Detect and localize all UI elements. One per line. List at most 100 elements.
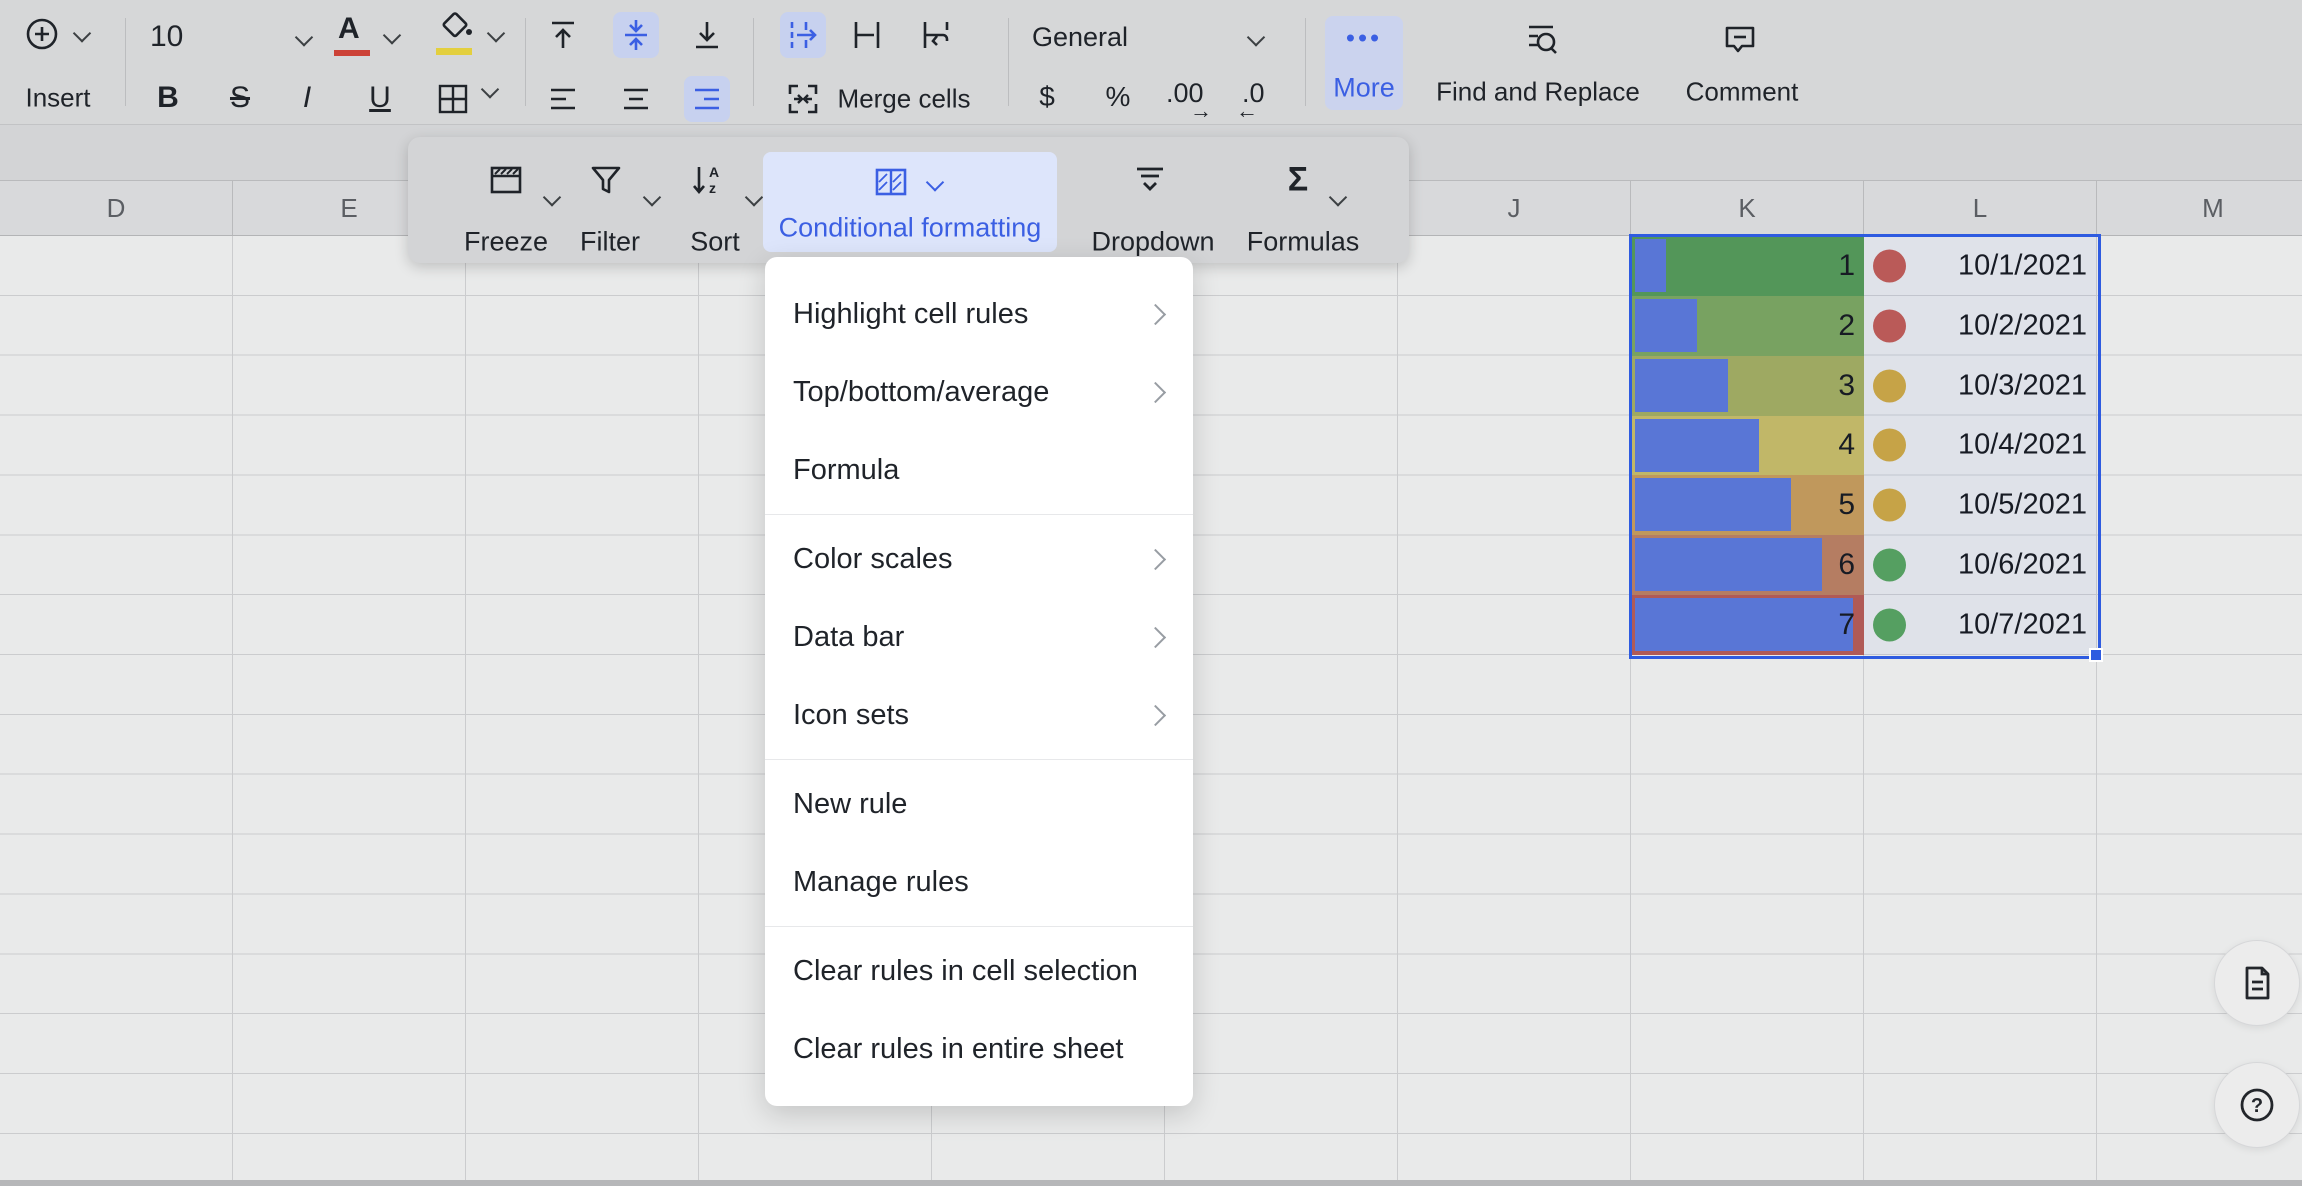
decrease-decimal-button[interactable]: .0 ← [1232,76,1288,122]
text-color-icon: A [338,12,360,46]
comment-button[interactable]: Comment [1672,12,1812,116]
column-header-L[interactable]: L [1864,181,2097,235]
currency-button[interactable]: $ [1039,81,1055,113]
menu-item-formula[interactable]: Formula [765,431,1193,509]
valign-bottom-button[interactable] [690,18,724,52]
filter-icon [588,163,624,197]
menu-item-data-bar[interactable]: Data bar [765,598,1193,676]
more-dots-icon: ••• [1346,23,1382,54]
menu-item-label: Highlight cell rules [793,298,1028,331]
column-header-K[interactable]: K [1631,181,1864,235]
menu-item-label: Manage rules [793,866,969,899]
bold-button[interactable]: B [157,81,179,115]
help-button[interactable]: ? [2214,1062,2300,1148]
column-header-M[interactable]: M [2097,181,2302,235]
find-replace-button[interactable]: Find and Replace [1425,12,1655,116]
number-format-chevron-icon [1247,28,1265,46]
menu-item-top-bottom-average[interactable]: Top/bottom/average [765,353,1193,431]
halign-center-button[interactable] [619,82,653,116]
valign-middle-button[interactable] [619,18,653,52]
formulas-button[interactable]: Σ Formulas [1238,152,1378,252]
underline-button[interactable]: U [369,81,391,115]
column-header-J[interactable]: J [1398,181,1631,235]
more-label: More [1333,73,1395,104]
formulas-sigma-icon: Σ [1288,161,1308,200]
comment-label: Comment [1686,77,1799,108]
font-size-chevron-icon [295,28,313,46]
menu-item-manage-rules[interactable]: Manage rules [765,843,1193,921]
text-clip-button[interactable] [850,18,884,52]
table-tools-panel: Freeze Filter Az Sort [408,137,1409,263]
doc-info-button[interactable] [2214,940,2300,1026]
conditional-formatting-menu: Highlight cell rules Top/bottom/average Fo… [765,257,1193,1106]
strikethrough-button[interactable]: S [230,81,250,115]
sort-label: Sort [690,227,740,258]
menu-item-new-rule[interactable]: New rule [765,765,1193,843]
menu-divider [765,926,1193,927]
dropdown-label: Dropdown [1091,227,1214,258]
menu-item-label: Formula [793,454,899,487]
percent-button[interactable]: % [1106,81,1131,113]
text-wrap-button[interactable] [919,18,953,52]
selection-border [1629,234,2101,659]
sort-button[interactable]: Az Sort [670,152,770,252]
submenu-chevron-icon [1145,303,1166,324]
fill-color-button[interactable] [430,8,514,64]
toolbar-separator [753,18,754,106]
menu-item-label: Clear rules in entire sheet [793,1033,1123,1066]
toolbar-separator [1305,18,1306,106]
conditional-formatting-icon [873,166,909,198]
borders-button[interactable] [436,82,470,116]
italic-button[interactable]: I [303,81,311,115]
number-format-select[interactable]: General [1022,12,1272,62]
menu-item-label: Icon sets [793,699,909,732]
more-button[interactable]: ••• More [1325,16,1403,110]
font-size-select[interactable]: 10 [140,12,320,62]
menu-item-clear-rules-in-cell-selection[interactable]: Clear rules in cell selection [765,932,1193,1010]
insert-button[interactable]: Insert [12,8,112,116]
freeze-label: Freeze [464,227,548,258]
menu-item-highlight-cell-rules[interactable]: Highlight cell rules [765,275,1193,353]
increase-decimal-button[interactable]: .00 → [1160,76,1224,122]
insert-chevron-icon [73,24,91,42]
fill-color-chevron-icon [487,24,505,42]
menu-item-label: Top/bottom/average [793,376,1049,409]
freeze-chevron-icon [543,188,561,206]
menu-item-clear-rules-in-entire-sheet[interactable]: Clear rules in entire sheet [765,1010,1193,1088]
menu-item-label: New rule [793,788,907,821]
halign-right-button[interactable] [690,82,724,116]
filter-label: Filter [580,227,640,258]
insert-label: Insert [25,83,90,114]
find-replace-label: Find and Replace [1436,77,1640,108]
filter-button[interactable]: Filter [560,152,670,252]
conditional-formatting-button[interactable]: Conditional formatting [763,152,1057,252]
sort-icon: Az [690,163,726,197]
formulas-chevron-icon [1329,188,1347,206]
valign-top-button[interactable] [546,18,580,52]
font-size-value: 10 [150,20,183,54]
conditional-formatting-label: Conditional formatting [779,213,1042,244]
column-header-D[interactable]: D [0,181,233,235]
merge-cells-label: Merge cells [838,84,971,115]
submenu-chevron-icon [1145,381,1166,402]
number-format-value: General [1032,22,1128,53]
dropdown-button[interactable]: Dropdown [1088,152,1218,252]
merge-cells-button[interactable]: Merge cells [780,76,990,122]
question-mark-icon: ? [2237,1085,2277,1125]
selection-fill-handle[interactable] [2089,648,2103,662]
menu-item-color-scales[interactable]: Color scales [765,520,1193,598]
freeze-button[interactable]: Freeze [448,152,568,252]
svg-text:?: ? [2251,1095,2263,1117]
text-color-button[interactable]: A [330,10,410,64]
menu-item-icon-sets[interactable]: Icon sets [765,676,1193,754]
svg-text:z: z [709,180,716,196]
menu-item-label: Color scales [793,543,953,576]
text-overflow-button[interactable] [786,18,820,52]
toolbar-separator [525,18,526,106]
menu-item-label: Clear rules in cell selection [793,955,1138,988]
document-icon [2238,964,2276,1002]
menu-divider [765,759,1193,760]
halign-left-button[interactable] [546,82,580,116]
text-color-chevron-icon [383,26,401,44]
freeze-icon [488,163,524,197]
